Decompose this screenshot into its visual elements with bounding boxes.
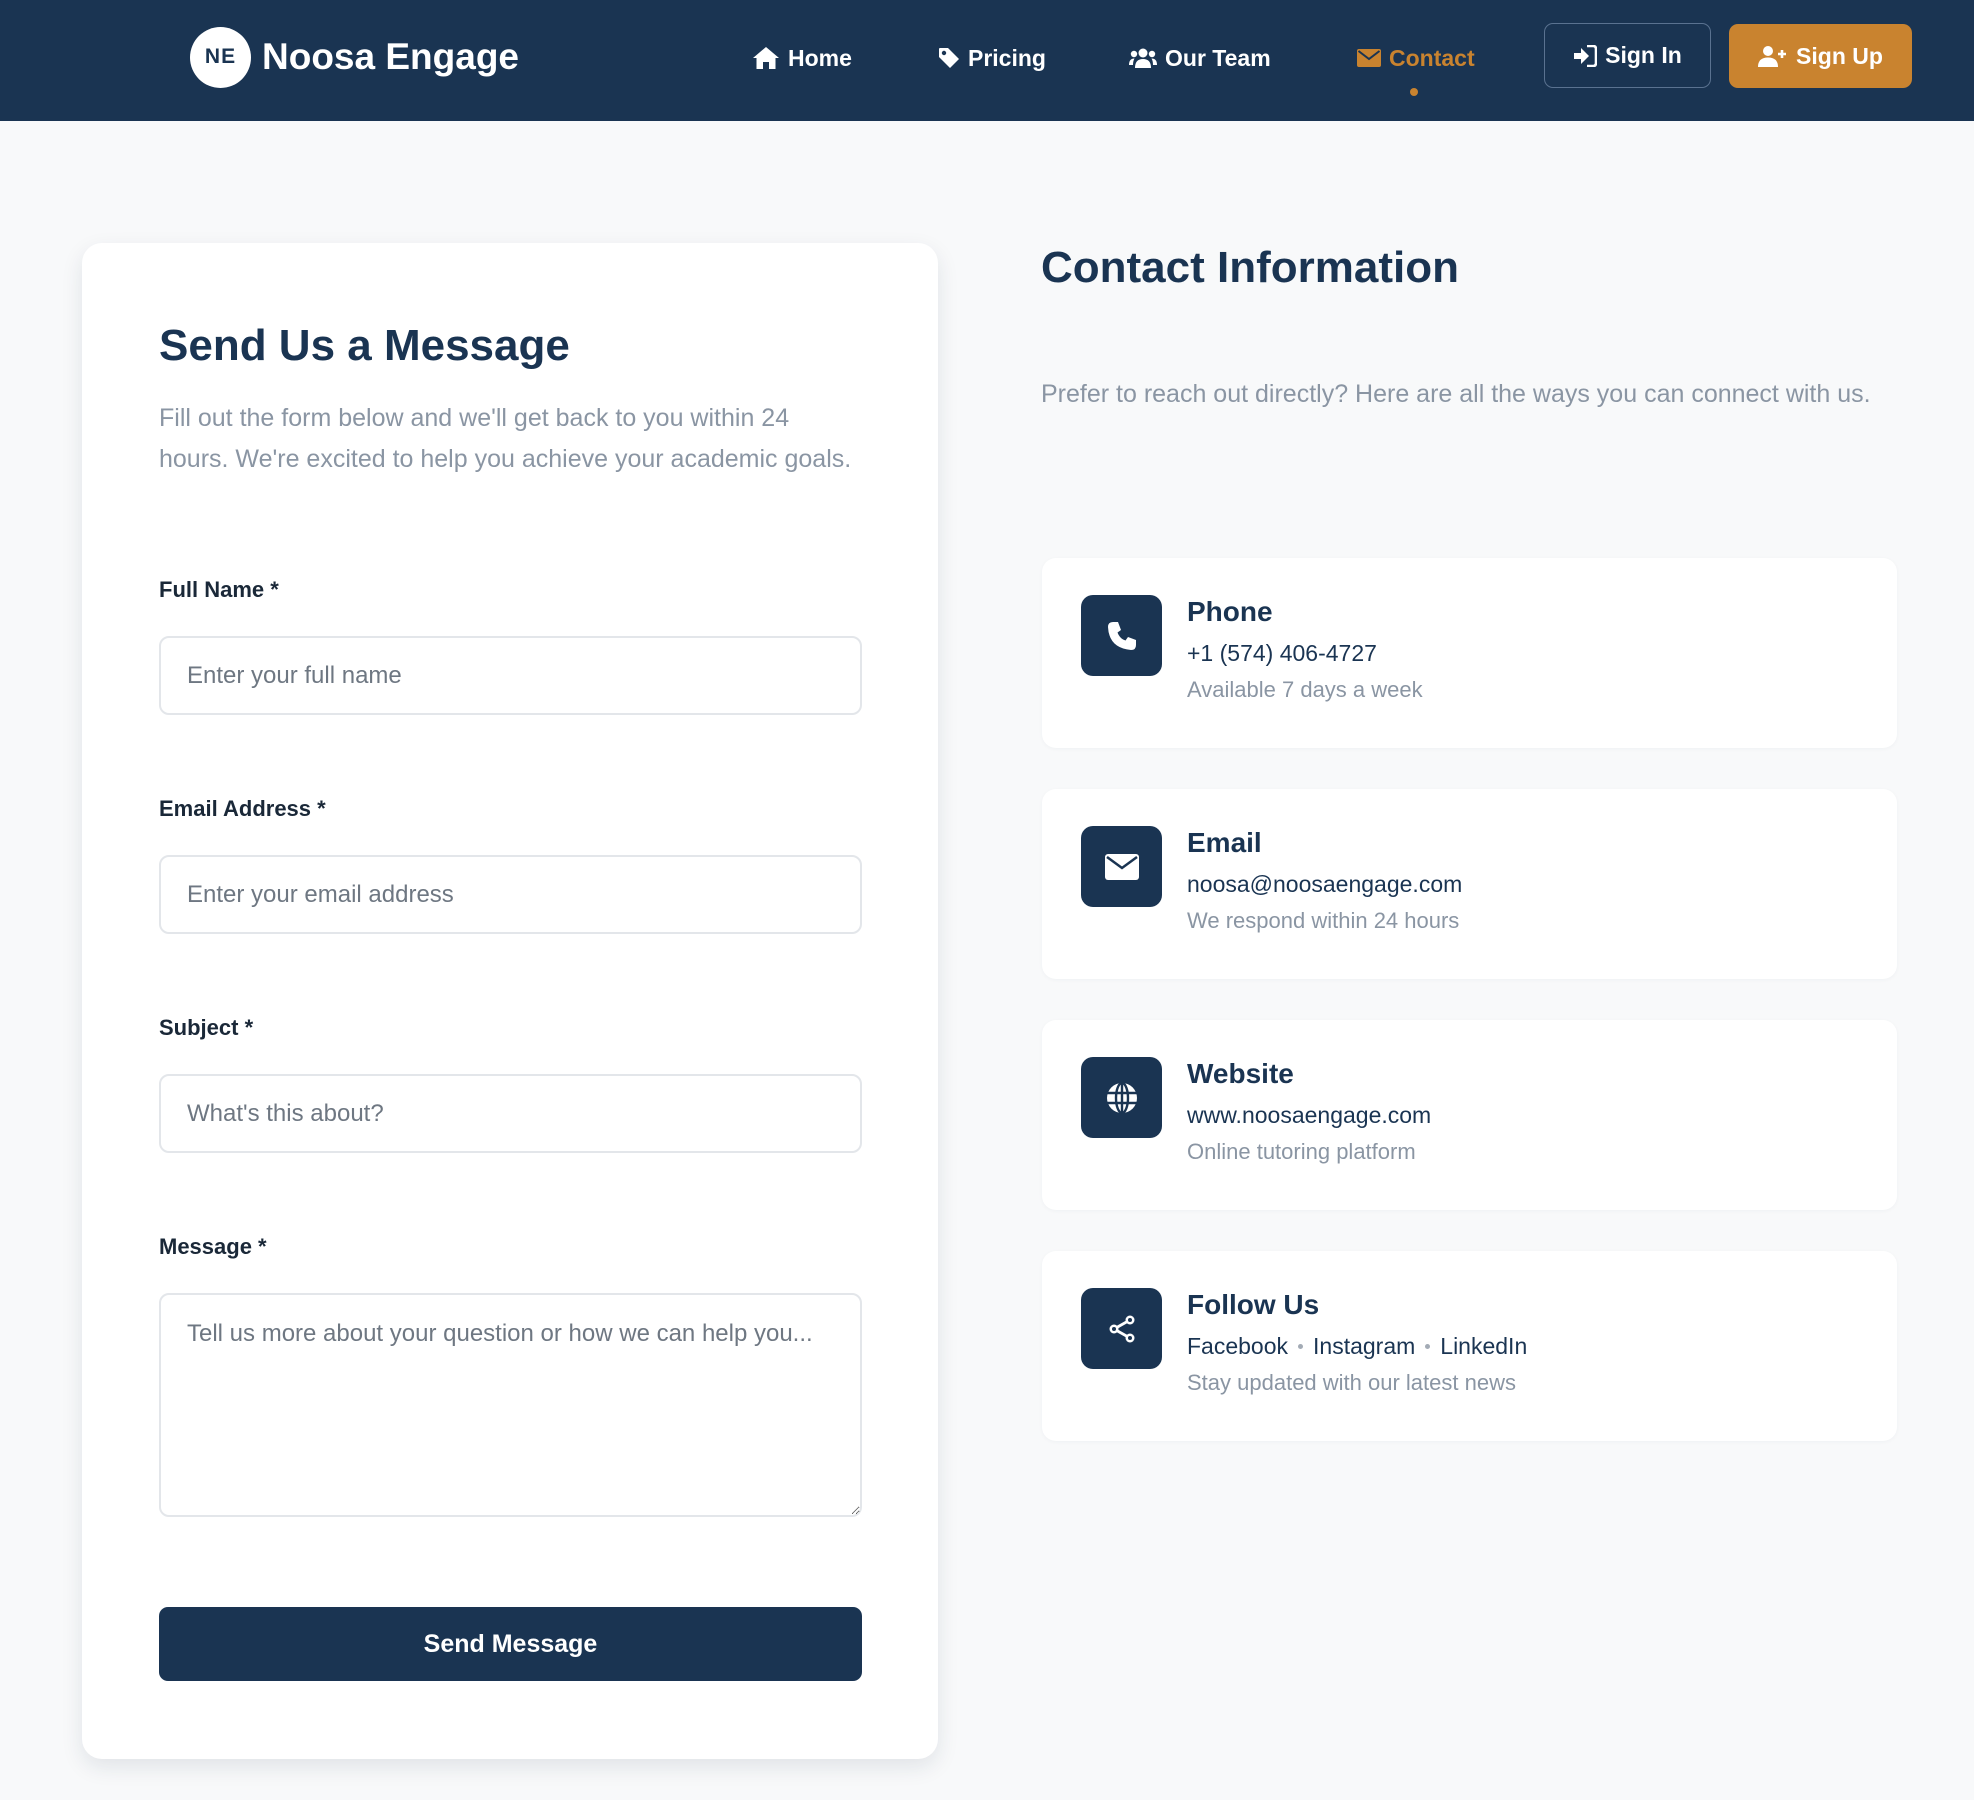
share-icon bbox=[1109, 1315, 1134, 1342]
envelope-icon bbox=[1104, 853, 1139, 880]
nav-home-label: Home bbox=[788, 44, 852, 71]
full-name-label: Full Name * bbox=[159, 577, 279, 602]
subject-label: Subject * bbox=[159, 1015, 254, 1040]
email-title: Email bbox=[1187, 827, 1262, 858]
email-label: Email Address * bbox=[159, 796, 326, 821]
subject-input[interactable] bbox=[159, 1074, 862, 1153]
navbar: NE Noosa Engage Home Pricing Our Team Co… bbox=[0, 0, 1974, 121]
email-card: Email noosa@noosaengage.com We respond w… bbox=[1042, 789, 1897, 979]
nav-pricing[interactable]: Pricing bbox=[938, 40, 1046, 76]
instagram-link[interactable]: Instagram bbox=[1313, 1333, 1415, 1360]
website-icon-box bbox=[1081, 1057, 1162, 1138]
phone-number[interactable]: +1 (574) 406-4727 bbox=[1187, 640, 1377, 667]
message-label: Message * bbox=[159, 1234, 267, 1259]
website-card: Website www.noosaengage.com Online tutor… bbox=[1042, 1020, 1897, 1210]
email-note: We respond within 24 hours bbox=[1187, 908, 1460, 933]
website-title: Website bbox=[1187, 1058, 1294, 1089]
phone-icon-box bbox=[1081, 595, 1162, 676]
brand-logo: NE bbox=[190, 26, 251, 88]
full-name-input[interactable] bbox=[159, 636, 862, 715]
nav-home[interactable]: Home bbox=[752, 40, 852, 76]
message-textarea[interactable] bbox=[159, 1293, 862, 1517]
sign-in-icon bbox=[1574, 44, 1598, 67]
send-message-button[interactable]: Send Message bbox=[159, 1607, 862, 1681]
email-address[interactable]: noosa@noosaengage.com bbox=[1187, 871, 1462, 898]
linkedin-link[interactable]: LinkedIn bbox=[1440, 1333, 1527, 1360]
contact-info-title: Contact Information bbox=[1041, 243, 1459, 292]
form-title: Send Us a Message bbox=[159, 321, 570, 370]
follow-us-title: Follow Us bbox=[1187, 1289, 1320, 1320]
follow-icon-box bbox=[1081, 1288, 1162, 1369]
phone-note: Available 7 days a week bbox=[1187, 677, 1423, 702]
tag-icon bbox=[939, 48, 959, 68]
phone-card: Phone +1 (574) 406-4727 Available 7 days… bbox=[1042, 558, 1897, 748]
social-links: Facebook Instagram LinkedIn bbox=[1187, 1333, 1527, 1360]
website-note: Online tutoring platform bbox=[1187, 1139, 1416, 1164]
active-indicator bbox=[1410, 88, 1418, 96]
home-icon bbox=[753, 47, 779, 69]
envelope-icon bbox=[1357, 49, 1381, 67]
website-url[interactable]: www.noosaengage.com bbox=[1187, 1102, 1431, 1129]
nav-contact-label: Contact bbox=[1389, 44, 1475, 71]
separator-dot bbox=[1425, 1344, 1431, 1349]
brand[interactable]: NE Noosa Engage bbox=[190, 26, 519, 88]
contact-form-card: Send Us a Message Fill out the form belo… bbox=[82, 243, 938, 1759]
facebook-link[interactable]: Facebook bbox=[1187, 1333, 1288, 1360]
user-plus-icon bbox=[1758, 46, 1787, 67]
phone-title: Phone bbox=[1187, 596, 1273, 627]
nav-our-team[interactable]: Our Team bbox=[1129, 40, 1271, 76]
sign-up-button[interactable]: Sign Up bbox=[1729, 24, 1912, 88]
form-subtitle: Fill out the form below and we'll get ba… bbox=[159, 404, 852, 473]
nav-pricing-label: Pricing bbox=[968, 44, 1046, 71]
separator-dot bbox=[1298, 1344, 1304, 1349]
sign-in-label: Sign In bbox=[1605, 42, 1682, 68]
follow-us-card: Follow Us Facebook Instagram LinkedIn St… bbox=[1042, 1251, 1897, 1441]
contact-info-subtitle: Prefer to reach out directly? Here are a… bbox=[1041, 380, 1871, 408]
nav-contact[interactable]: Contact bbox=[1357, 40, 1475, 76]
brand-name: Noosa Engage bbox=[262, 36, 519, 77]
globe-icon bbox=[1106, 1081, 1137, 1114]
phone-icon bbox=[1107, 621, 1136, 650]
sign-up-label: Sign Up bbox=[1796, 42, 1883, 69]
nav-our-team-label: Our Team bbox=[1165, 44, 1271, 71]
sign-in-button[interactable]: Sign In bbox=[1544, 23, 1711, 88]
follow-us-note: Stay updated with our latest news bbox=[1187, 1370, 1516, 1395]
email-input[interactable] bbox=[159, 855, 862, 934]
users-icon bbox=[1129, 48, 1157, 68]
email-icon-box bbox=[1081, 826, 1162, 907]
